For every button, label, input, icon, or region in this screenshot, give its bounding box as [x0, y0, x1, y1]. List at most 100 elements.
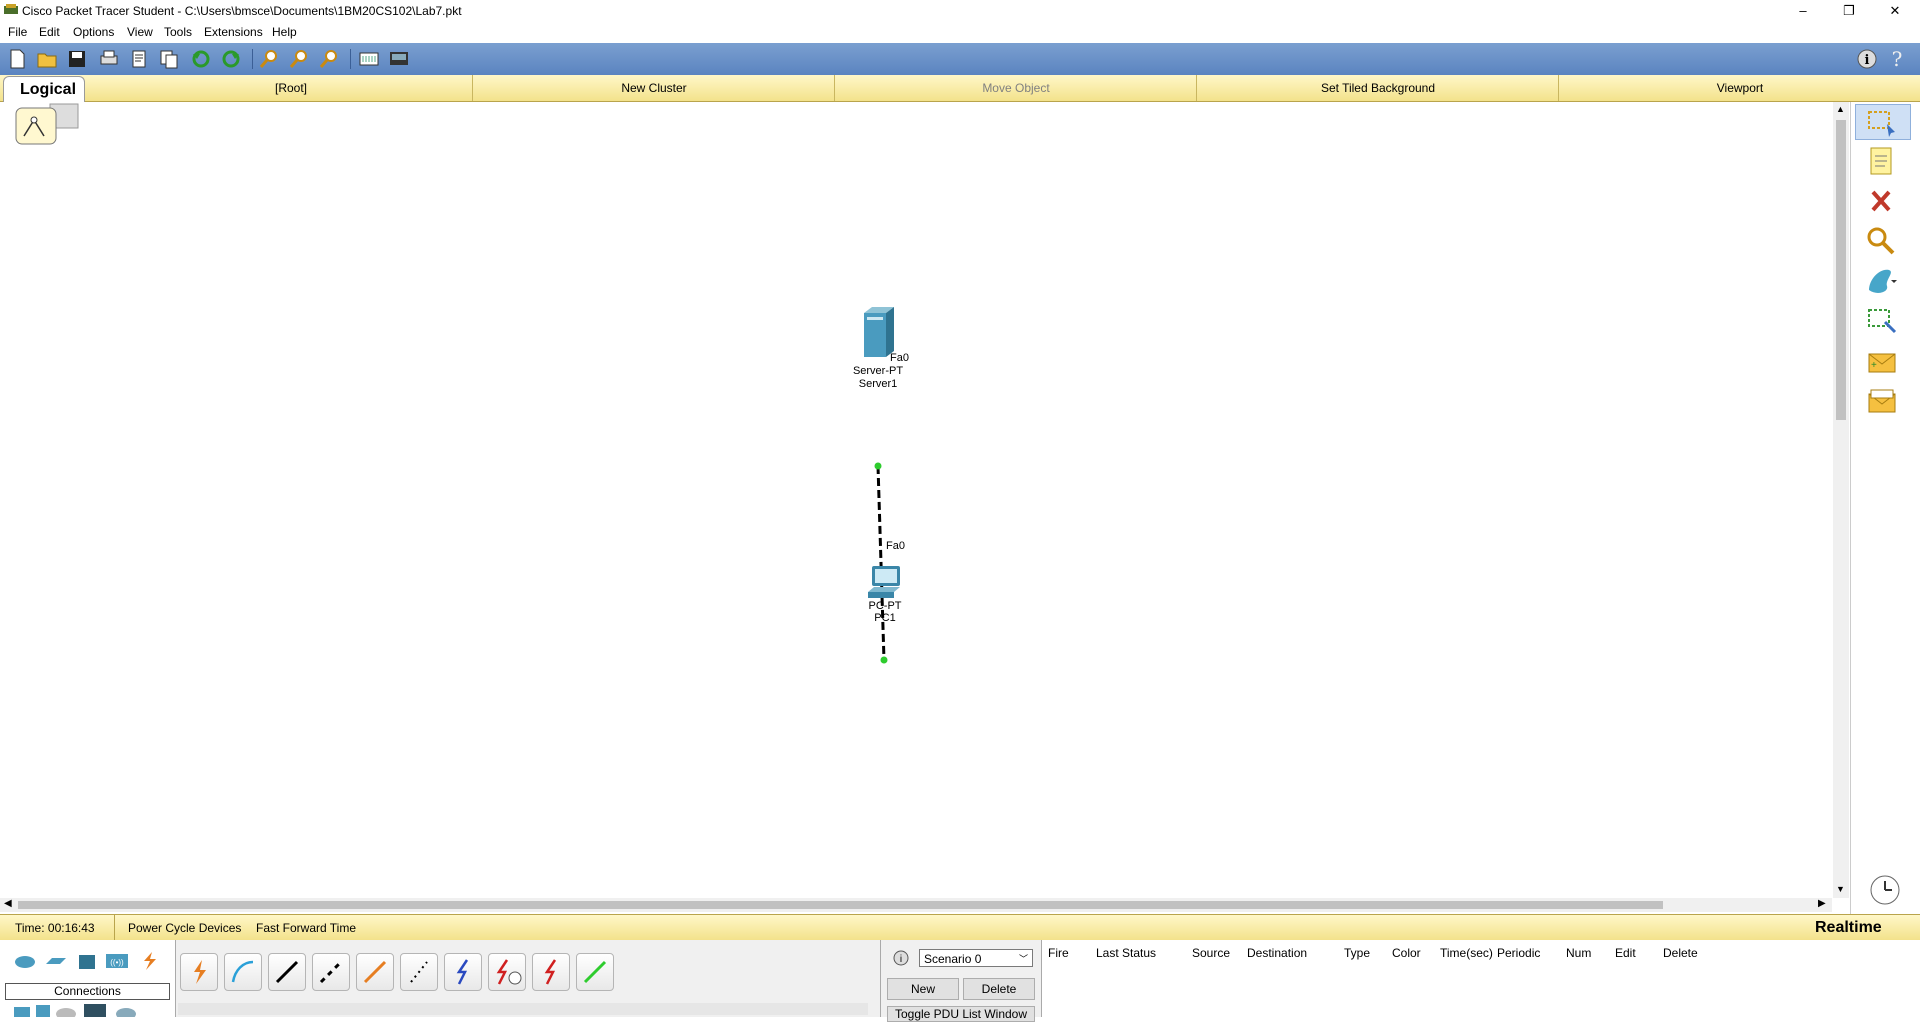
- pdu-column-time: Time(sec): [1440, 946, 1493, 960]
- status-separator: [114, 915, 115, 940]
- undo-icon[interactable]: [190, 48, 212, 70]
- scroll-down-icon[interactable]: ▼: [1836, 884, 1845, 894]
- logical-workspace-canvas[interactable]: Fa0 Server-PT Server1 Fa0 PC-PT PC1: [0, 102, 1832, 898]
- pc-device[interactable]: Fa0 PC-PT PC1: [854, 540, 916, 630]
- scroll-left-icon[interactable]: ◀: [4, 898, 12, 909]
- zoom-out-icon[interactable]: [318, 48, 340, 70]
- wireless-category-icon[interactable]: ((•)): [104, 952, 130, 970]
- automatic-cable-button[interactable]: [180, 953, 218, 991]
- cluster-navigation-icon[interactable]: [14, 102, 80, 146]
- info-icon[interactable]: i: [1856, 48, 1878, 70]
- move-object-button[interactable]: Move Object: [834, 75, 1197, 101]
- title-bar: Cisco Packet Tracer Student - C:\Users\b…: [0, 0, 1920, 22]
- place-note-icon[interactable]: [1861, 144, 1901, 178]
- connections-category-icon[interactable]: [136, 950, 162, 972]
- pdu-column-last-status: Last Status: [1096, 946, 1157, 960]
- pc-port-label: Fa0: [886, 540, 905, 552]
- zoom-reset-icon[interactable]: [288, 48, 310, 70]
- server-link-light: [874, 462, 882, 470]
- draw-shape-icon[interactable]: [1861, 264, 1901, 298]
- toggle-pdu-list-button[interactable]: Toggle PDU List Window: [887, 1006, 1035, 1022]
- add-simple-pdu-icon[interactable]: +: [1861, 346, 1901, 380]
- custom-devices-icon[interactable]: [388, 48, 410, 70]
- serial-dce-button[interactable]: [488, 953, 526, 991]
- realtime-clock-icon[interactable]: [1865, 872, 1905, 908]
- root-button[interactable]: [Root]: [110, 75, 472, 101]
- routers-category-icon[interactable]: [14, 952, 36, 970]
- menu-options[interactable]: Options: [73, 25, 114, 39]
- scenario-info-icon[interactable]: i: [893, 950, 909, 966]
- svg-text:+: +: [1871, 360, 1877, 371]
- pdu-column-fire: Fire: [1048, 946, 1069, 960]
- serial-dte-button[interactable]: [532, 953, 570, 991]
- menu-file[interactable]: File: [8, 25, 27, 39]
- scenario-select[interactable]: Scenario 0 ﹀: [919, 949, 1033, 967]
- restore-button[interactable]: ❐: [1826, 0, 1872, 22]
- server-port-label: Fa0: [890, 352, 909, 364]
- fast-forward-time-button[interactable]: Fast Forward Time: [256, 921, 356, 935]
- copper-cross-over-button[interactable]: [312, 953, 350, 991]
- help-icon[interactable]: ?: [1886, 48, 1908, 70]
- server-device[interactable]: Fa0 Server-PT Server1: [848, 307, 909, 417]
- menu-help[interactable]: Help: [272, 25, 297, 39]
- open-folder-icon[interactable]: [36, 48, 58, 70]
- zoom-in-icon[interactable]: [258, 48, 280, 70]
- simulation-time: Time: 00:16:43: [15, 921, 95, 935]
- menu-view[interactable]: View: [127, 25, 153, 39]
- print-icon[interactable]: [98, 48, 120, 70]
- select-icon[interactable]: [1861, 106, 1901, 140]
- fiber-cable-button[interactable]: [356, 953, 394, 991]
- vertical-scrollbar[interactable]: ▲ ▼: [1833, 102, 1849, 898]
- pdu-column-type: Type: [1344, 946, 1371, 960]
- hubs-category-icon[interactable]: [76, 952, 98, 970]
- horizontal-scroll-thumb[interactable]: [18, 901, 1663, 909]
- copper-straight-through-button[interactable]: [268, 953, 306, 991]
- new-cluster-button[interactable]: New Cluster: [472, 75, 835, 101]
- new-file-icon[interactable]: [6, 48, 28, 70]
- activity-wizard-icon[interactable]: [128, 48, 150, 70]
- pdu-column-periodic: Periodic: [1497, 946, 1541, 960]
- set-tiled-background-button[interactable]: Set Tiled Background: [1196, 75, 1559, 101]
- delete-icon[interactable]: [1861, 184, 1901, 218]
- resize-shape-icon[interactable]: [1861, 304, 1901, 338]
- delete-scenario-button[interactable]: Delete: [963, 978, 1035, 1000]
- drawing-palette-icon[interactable]: [358, 48, 380, 70]
- switches-category-icon[interactable]: [44, 952, 66, 970]
- pdu-column-delete: Delete: [1663, 946, 1698, 960]
- straight-through-cable-icon: [275, 960, 299, 984]
- copy-icon[interactable]: [158, 48, 180, 70]
- add-complex-pdu-icon[interactable]: [1861, 386, 1901, 420]
- status-bar: Time: 00:16:43 Power Cycle Devices Fast …: [0, 914, 1920, 940]
- realtime-mode-label[interactable]: Realtime: [1815, 919, 1882, 937]
- menu-extensions[interactable]: Extensions: [204, 25, 263, 39]
- octal-cable-button[interactable]: [576, 953, 614, 991]
- svg-text:i: i: [900, 954, 902, 965]
- device-type-panel: ((•)) Connections: [0, 940, 176, 1017]
- fiber-cable-icon: [363, 960, 387, 984]
- menu-edit[interactable]: Edit: [39, 25, 60, 39]
- new-scenario-button[interactable]: New: [887, 978, 959, 1000]
- redo-icon[interactable]: [220, 48, 242, 70]
- end-devices-category-icon[interactable]: [14, 1002, 164, 1017]
- phone-cable-icon: [410, 961, 428, 983]
- minimize-button[interactable]: –: [1780, 0, 1826, 22]
- coaxial-cable-button[interactable]: [444, 953, 482, 991]
- close-button[interactable]: ✕: [1872, 0, 1918, 22]
- right-toolbar: +: [1850, 102, 1920, 914]
- pc-link-light: [880, 656, 888, 664]
- serial-dce-icon: [496, 959, 522, 985]
- connection-types-scrollbar[interactable]: [178, 1003, 868, 1015]
- phone-cable-button[interactable]: [400, 953, 438, 991]
- scroll-right-icon[interactable]: ▶: [1818, 898, 1826, 909]
- vertical-scroll-thumb[interactable]: [1836, 120, 1846, 420]
- horizontal-scrollbar[interactable]: ◀ ▶: [0, 898, 1832, 912]
- connection-types-panel: [176, 940, 876, 1017]
- inspect-icon[interactable]: [1861, 224, 1901, 258]
- scroll-up-icon[interactable]: ▲: [1836, 104, 1845, 114]
- logical-tab[interactable]: Logical: [3, 76, 85, 102]
- power-cycle-devices-button[interactable]: Power Cycle Devices: [128, 921, 241, 935]
- save-icon[interactable]: [66, 48, 88, 70]
- console-cable-button[interactable]: [224, 953, 262, 991]
- viewport-button[interactable]: Viewport: [1558, 75, 1920, 101]
- menu-tools[interactable]: Tools: [164, 25, 192, 39]
